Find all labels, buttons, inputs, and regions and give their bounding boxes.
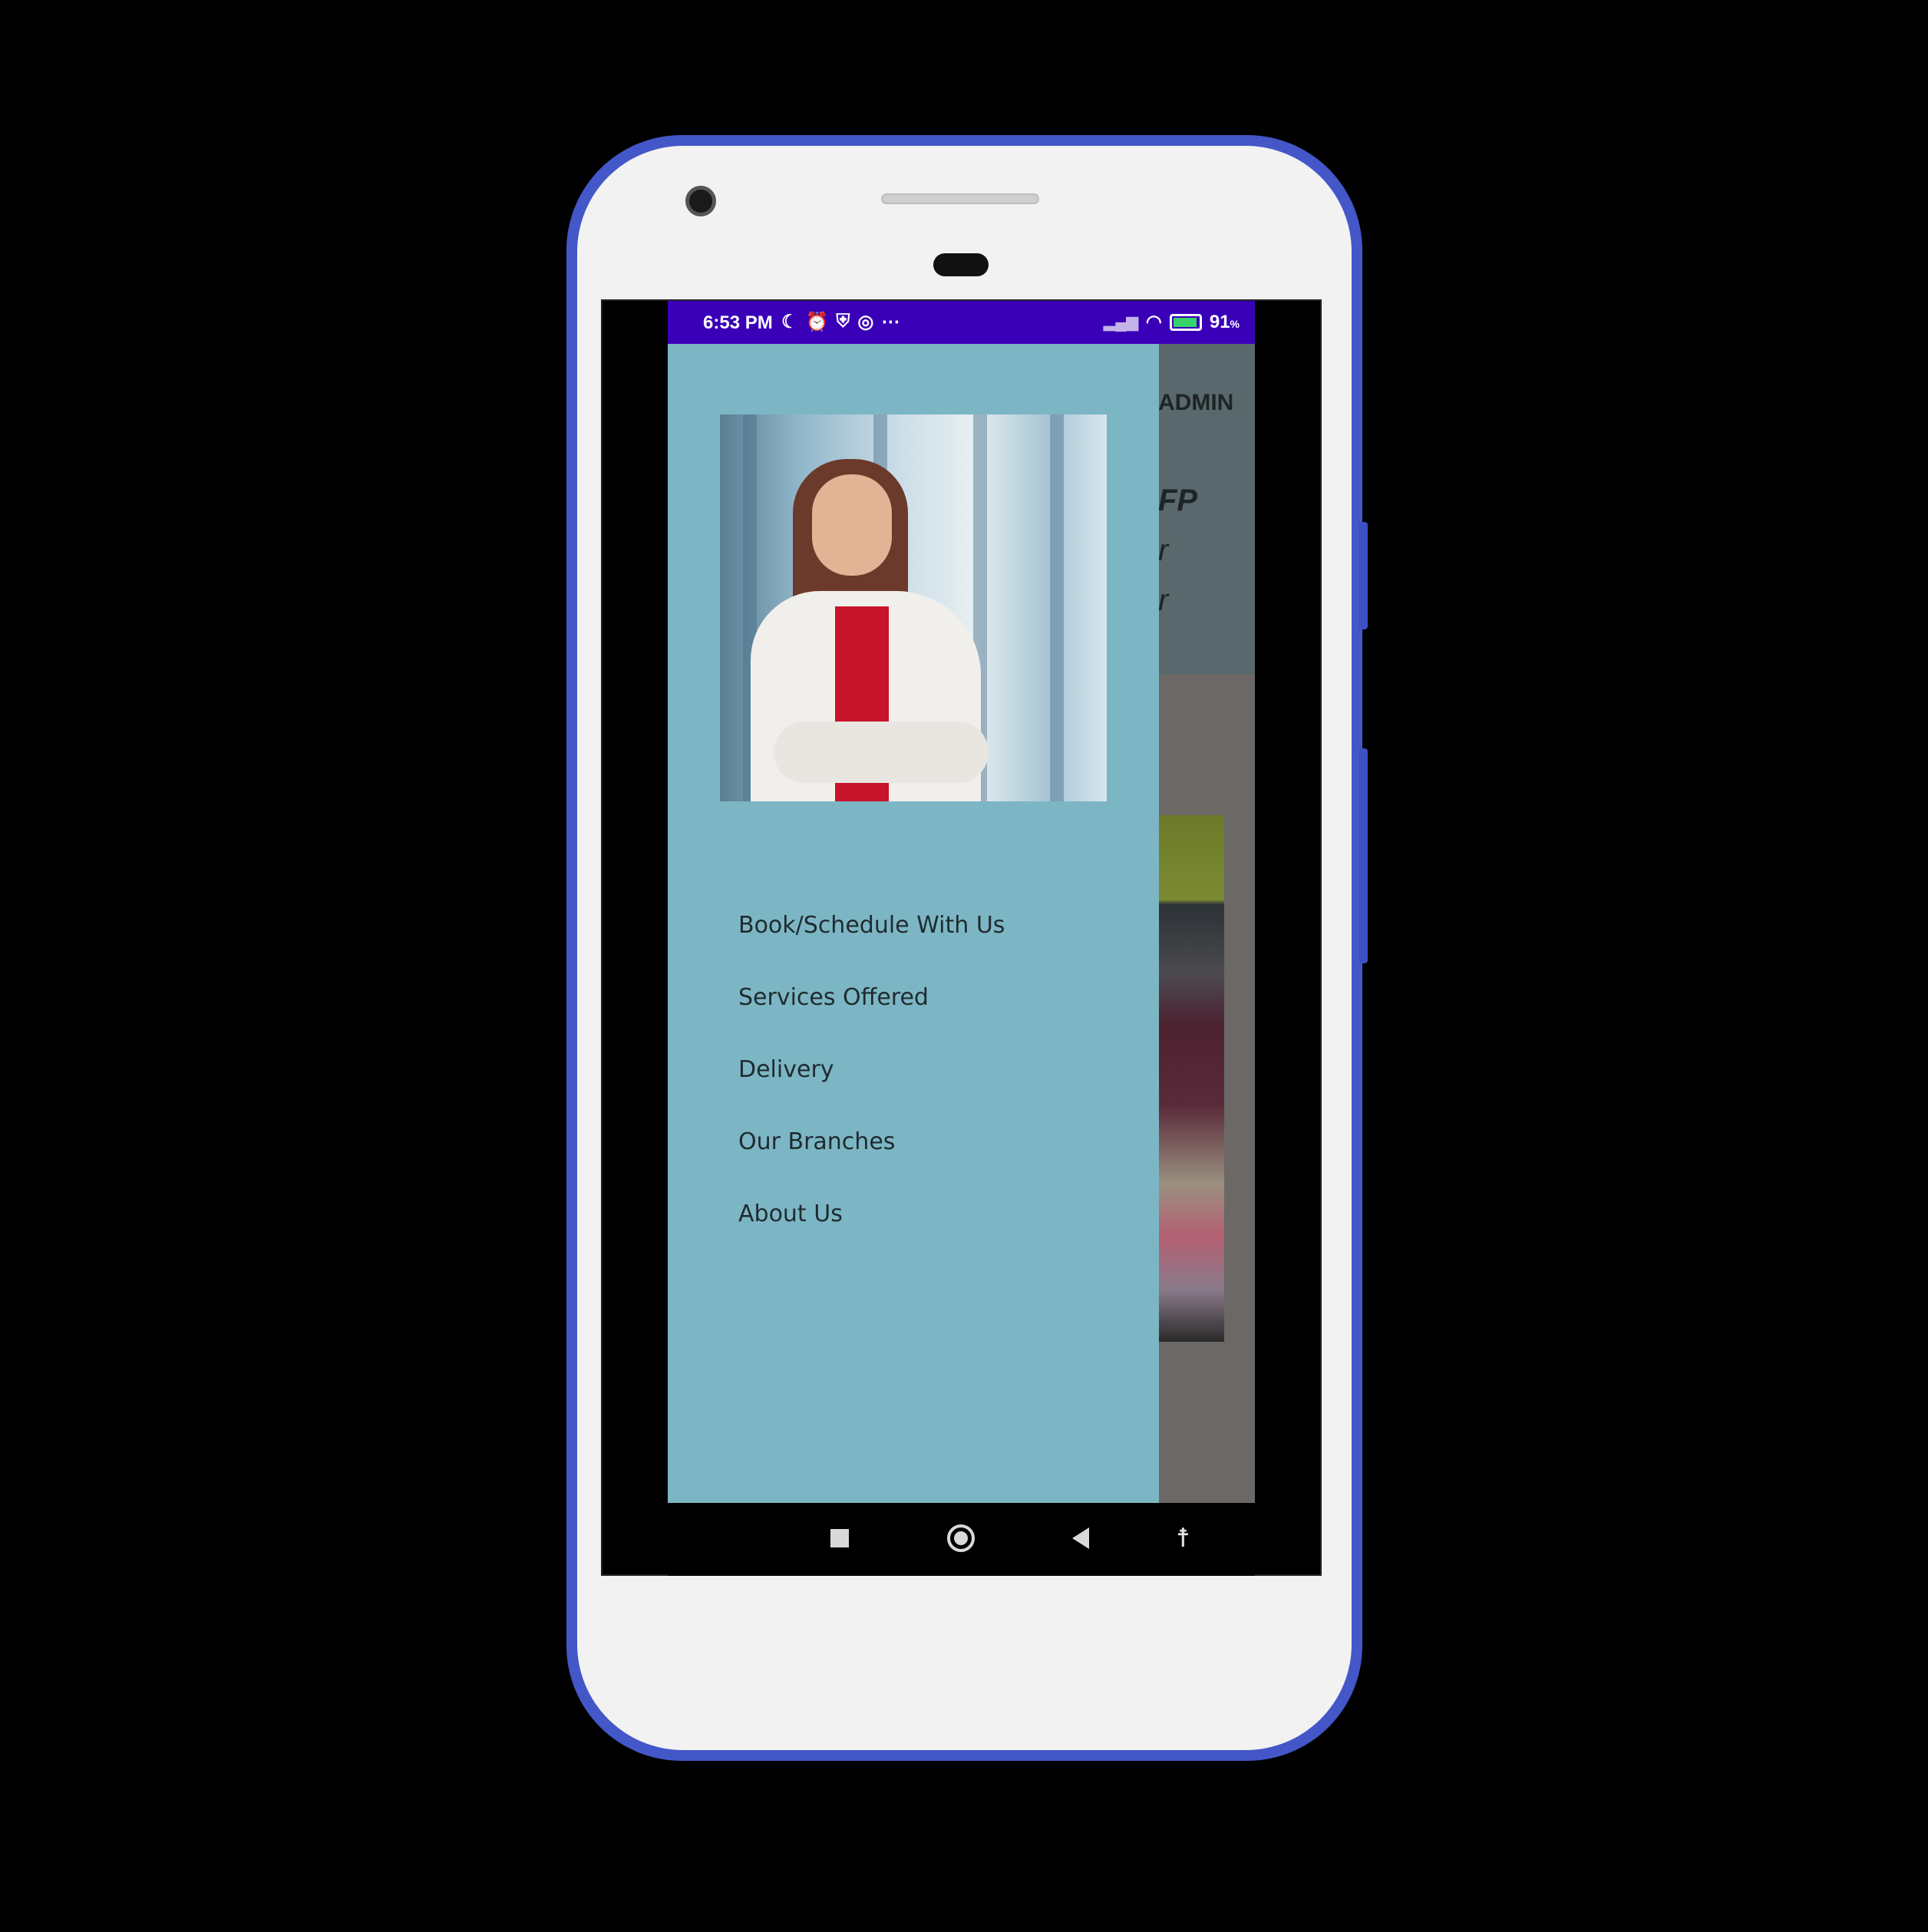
- proximity-sensor: [933, 253, 989, 276]
- accessibility-icon[interactable]: ☨: [1176, 1523, 1190, 1554]
- menu-item-about-us[interactable]: About Us: [738, 1194, 1005, 1267]
- more-dots-icon: ⋯: [881, 312, 900, 332]
- status-time: 6:53 PM: [703, 312, 773, 333]
- recents-icon[interactable]: [830, 1529, 849, 1547]
- moon-icon: ☾: [781, 312, 798, 332]
- alarm-icon: ⏰: [805, 312, 829, 332]
- signal-icon: ▂▄▆: [1103, 314, 1138, 331]
- background-title-partial: FP: [1158, 484, 1198, 517]
- shield-icon: ⛨: [836, 311, 850, 332]
- menu-item-services-offered[interactable]: Services Offered: [738, 978, 1005, 1050]
- home-icon[interactable]: [947, 1524, 975, 1552]
- background-admin-label: ADMIN: [1158, 390, 1234, 415]
- data-saver-icon: ◎: [857, 312, 874, 332]
- menu-item-delivery[interactable]: Delivery: [738, 1050, 1005, 1122]
- wifi-icon: ◠: [1145, 312, 1162, 332]
- back-icon[interactable]: [1072, 1527, 1089, 1549]
- battery-charging-icon: [1169, 313, 1202, 331]
- drawer-menu: Book/Schedule With Us Services Offered D…: [738, 906, 1005, 1267]
- status-icons-left: ☾ ⏰ ⛨ ◎ ⋯: [781, 311, 900, 333]
- volume-button: [1359, 748, 1368, 963]
- background-line-partial-2: r: [1158, 583, 1169, 617]
- menu-item-our-branches[interactable]: Our Branches: [738, 1122, 1005, 1194]
- battery-percent: 91%: [1209, 311, 1240, 332]
- background-line-partial-1: r: [1158, 533, 1169, 567]
- power-button: [1359, 522, 1368, 629]
- front-camera: [685, 186, 716, 216]
- profile-photo: [720, 414, 1107, 801]
- earpiece-speaker: [881, 193, 1039, 204]
- status-icons-right: ▂▄▆ ◠ 91%: [1104, 311, 1240, 333]
- menu-item-book-schedule[interactable]: Book/Schedule With Us: [738, 906, 1005, 978]
- background-app-image: [1158, 815, 1224, 1342]
- status-bar: 6:53 PM ☾ ⏰ ⛨ ◎ ⋯ ▂▄▆ ◠ 91%: [668, 301, 1255, 344]
